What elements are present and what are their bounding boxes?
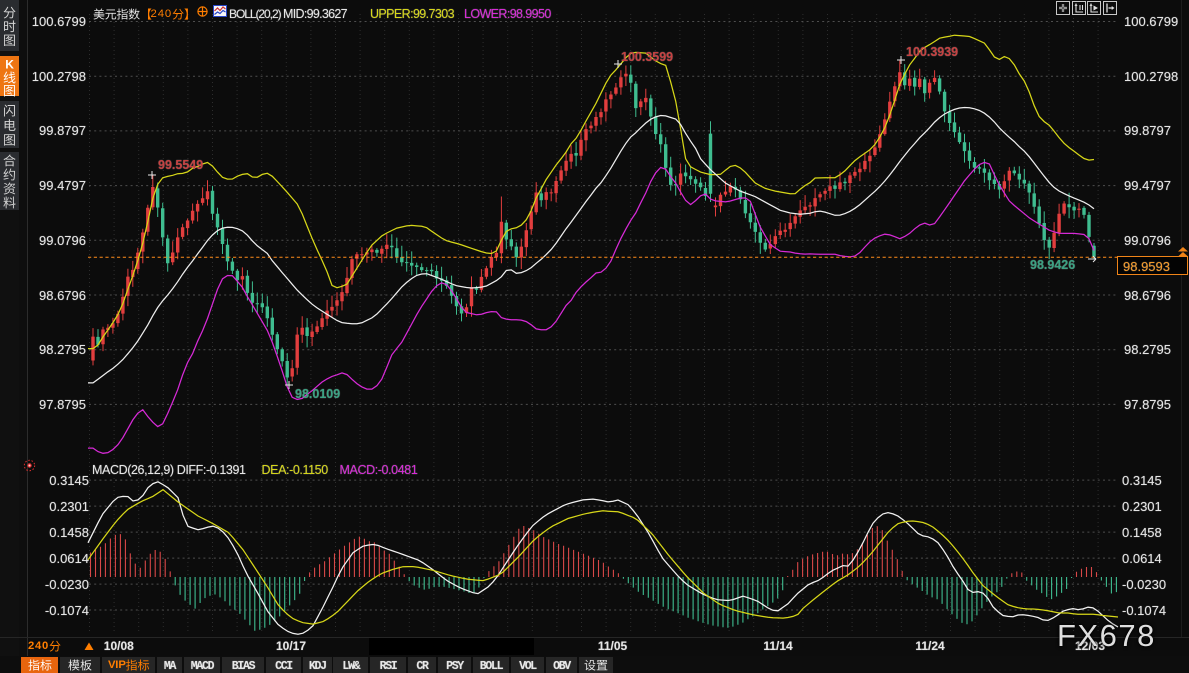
svg-text:K: K bbox=[5, 57, 14, 71]
svg-text:2: 2 bbox=[28, 640, 34, 652]
svg-text:2: 2 bbox=[151, 8, 157, 20]
svg-text:4: 4 bbox=[158, 8, 164, 20]
svg-text:0: 0 bbox=[42, 640, 48, 652]
svg-text:P: P bbox=[118, 659, 126, 671]
svg-text:4: 4 bbox=[35, 640, 42, 652]
svg-text:0: 0 bbox=[165, 8, 171, 20]
